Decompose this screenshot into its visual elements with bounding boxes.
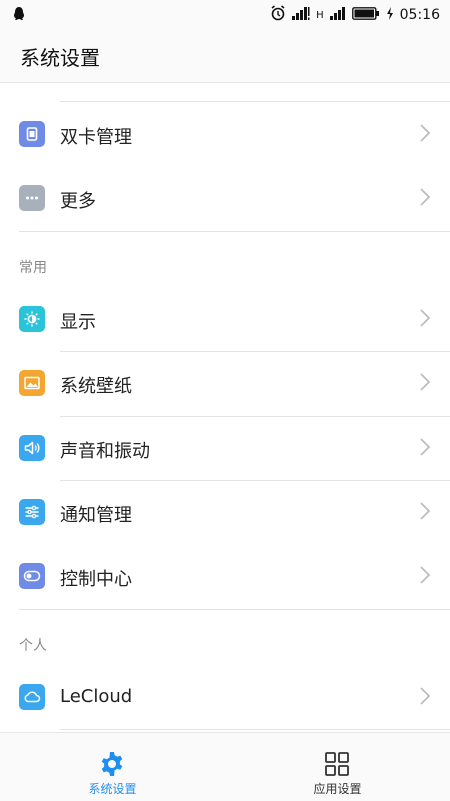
wallpaper-icon xyxy=(19,370,45,396)
page-title: 系统设置 xyxy=(20,46,100,70)
gear-icon xyxy=(101,752,123,776)
settings-item-wallpaper[interactable]: 系统壁纸 xyxy=(0,351,450,415)
settings-item-notifications[interactable]: 通知管理 xyxy=(0,480,450,544)
section-divider xyxy=(19,231,450,232)
settings-item-label: 系统壁纸 xyxy=(60,376,132,397)
charging-icon xyxy=(386,6,394,24)
section-header-personal: 个人 xyxy=(19,638,47,654)
title-bar: 系统设置 xyxy=(0,28,450,83)
qq-notification-icon xyxy=(12,6,26,26)
settings-item-label: 更多 xyxy=(60,191,96,212)
chevron-right-icon xyxy=(420,687,431,705)
settings-item-sound[interactable]: 声音和振动 xyxy=(0,416,450,480)
chevron-right-icon xyxy=(420,124,431,142)
control-center-toggle-icon xyxy=(19,563,45,589)
chevron-right-icon xyxy=(420,438,431,456)
tab-system-settings[interactable]: 系统设置 xyxy=(0,733,225,801)
chevron-right-icon xyxy=(420,502,431,520)
chevron-right-icon xyxy=(420,309,431,327)
settings-item-label: LeCloud xyxy=(60,686,133,707)
status-bar: H 05:16 xyxy=(0,0,450,28)
signal-1-icon xyxy=(292,6,310,24)
chevron-right-icon xyxy=(420,188,431,206)
settings-item-control-center[interactable]: 控制中心 xyxy=(0,544,450,608)
settings-item-label: 声音和振动 xyxy=(60,441,150,462)
settings-item-label: 显示 xyxy=(60,312,96,333)
settings-item-label: 控制中心 xyxy=(60,569,132,590)
section-header-common: 常用 xyxy=(19,260,47,276)
status-time: 05:16 xyxy=(399,7,440,23)
settings-item-dual-sim[interactable]: 双卡管理 xyxy=(0,102,450,166)
tab-label: 系统设置 xyxy=(88,782,137,796)
tab-label: 应用设置 xyxy=(313,782,362,796)
settings-item-label: 双卡管理 xyxy=(60,127,132,148)
tab-app-settings[interactable]: 应用设置 xyxy=(225,733,450,801)
settings-item-display[interactable]: 显示 xyxy=(0,287,450,351)
grid-icon xyxy=(325,752,349,776)
cloud-icon xyxy=(19,684,45,710)
chevron-right-icon xyxy=(420,373,431,391)
chevron-right-icon xyxy=(420,566,431,584)
settings-list[interactable]: 双卡管理 更多 常用 显示 系统壁纸 声音和振动 通知管理 控制中心 个人 Le… xyxy=(0,83,450,731)
notification-sliders-icon xyxy=(19,499,45,525)
settings-item-more[interactable]: 更多 xyxy=(0,166,450,230)
settings-item-lecloud[interactable]: LeCloud xyxy=(0,665,450,729)
brightness-icon xyxy=(19,306,45,332)
section-divider xyxy=(19,609,450,610)
signal-2-icon xyxy=(329,6,346,24)
more-icon xyxy=(19,185,45,211)
sound-icon xyxy=(19,435,45,461)
network-type-indicator: H xyxy=(316,9,324,21)
divider xyxy=(60,729,450,730)
battery-icon xyxy=(351,6,380,24)
settings-item-label: 通知管理 xyxy=(60,505,132,526)
sim-card-icon xyxy=(19,121,45,147)
alarm-icon xyxy=(270,5,286,25)
bottom-nav: 系统设置 应用设置 xyxy=(0,732,450,801)
